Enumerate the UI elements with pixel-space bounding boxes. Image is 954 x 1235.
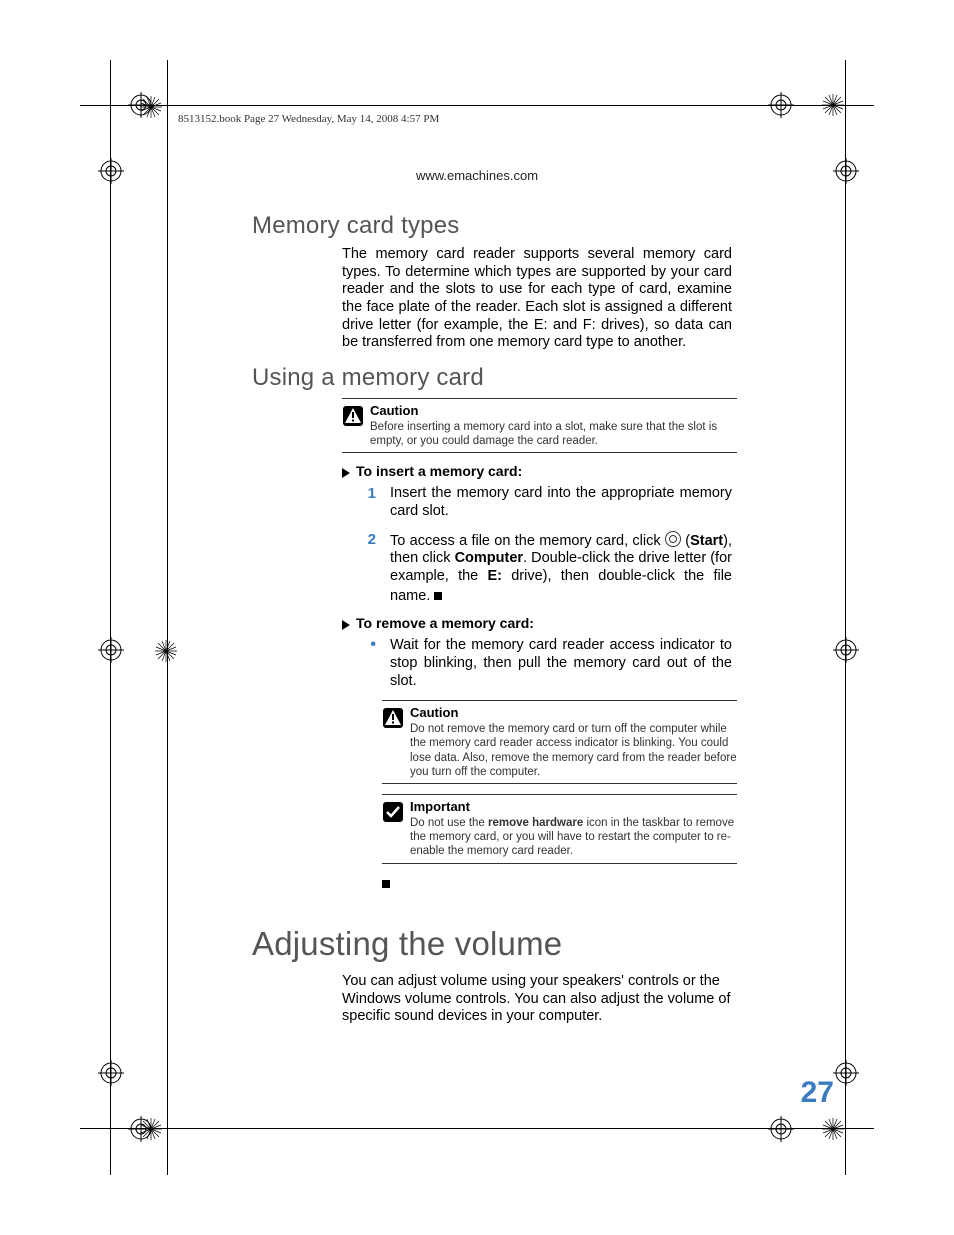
caution-title: Caution (410, 705, 458, 720)
page: 8513152.book Page 27 Wednesday, May 14, … (0, 0, 954, 1235)
registration-mark-icon (768, 92, 794, 118)
heading-using-memory-card: Using a memory card (252, 364, 732, 392)
registration-mark-icon (98, 637, 124, 663)
important-title: Important (410, 799, 470, 814)
page-number: 27 (801, 1076, 834, 1110)
caution-body: Before inserting a memory card into a sl… (370, 421, 717, 447)
triangle-icon (342, 468, 350, 478)
caution-title: Caution (370, 403, 418, 418)
starburst-icon (140, 1118, 162, 1140)
heading-adjusting-volume: Adjusting the volume (252, 925, 732, 963)
important-callout: Important Do not use the remove hardware… (382, 794, 737, 864)
windows-start-icon (665, 531, 681, 547)
header-url: www.emachines.com (0, 168, 954, 183)
crop-line-bottom (80, 1128, 874, 1129)
starburst-icon (822, 1118, 844, 1140)
step-number: 1 (352, 485, 376, 520)
end-of-procedure-icon (382, 880, 390, 888)
step-body: To access a file on the memory card, cli… (390, 531, 732, 606)
content-area: Memory card types The memory card reader… (252, 200, 732, 1038)
step-body: Wait for the memory card reader access i… (390, 637, 732, 690)
caution-callout: Caution Before inserting a memory card i… (342, 398, 737, 453)
caution-body: Do not remove the memory card or turn of… (410, 723, 737, 778)
registration-mark-icon (833, 637, 859, 663)
crop-line-right (845, 60, 846, 1175)
heading-memory-card-types: Memory card types (252, 212, 732, 240)
para-memory-card-types: The memory card reader supports several … (342, 246, 732, 352)
step-number: 2 (352, 531, 376, 606)
caution-icon (342, 405, 364, 427)
end-of-procedure-icon (434, 592, 442, 600)
step-remove-1: • Wait for the memory card reader access… (352, 637, 732, 690)
starburst-icon (155, 640, 177, 662)
registration-mark-icon (98, 1060, 124, 1086)
registration-mark-icon (768, 1116, 794, 1142)
step-insert-1: 1 Insert the memory card into the approp… (352, 485, 732, 520)
starburst-icon (822, 94, 844, 116)
starburst-icon (140, 96, 162, 118)
para-adjusting-volume: You can adjust volume using your speaker… (342, 973, 737, 1026)
registration-mark-icon (833, 1060, 859, 1086)
procedure-insert-heading: To insert a memory card: (342, 463, 732, 479)
caution-callout: Caution Do not remove the memory card or… (382, 700, 737, 784)
checkmark-icon (382, 801, 404, 823)
crop-line-top (80, 105, 874, 106)
crop-line-left2 (167, 60, 168, 1175)
caution-icon (382, 707, 404, 729)
step-insert-2: 2 To access a file on the memory card, c… (352, 531, 732, 606)
important-body: Do not use the remove hardware icon in t… (410, 817, 734, 858)
step-body: Insert the memory card into the appropri… (390, 485, 732, 520)
header-book-line: 8513152.book Page 27 Wednesday, May 14, … (178, 113, 439, 125)
end-of-procedure-block (382, 874, 732, 893)
procedure-remove-heading: To remove a memory card: (342, 615, 732, 631)
triangle-icon (342, 620, 350, 630)
crop-line-left (110, 60, 111, 1175)
step-bullet: • (352, 637, 376, 690)
